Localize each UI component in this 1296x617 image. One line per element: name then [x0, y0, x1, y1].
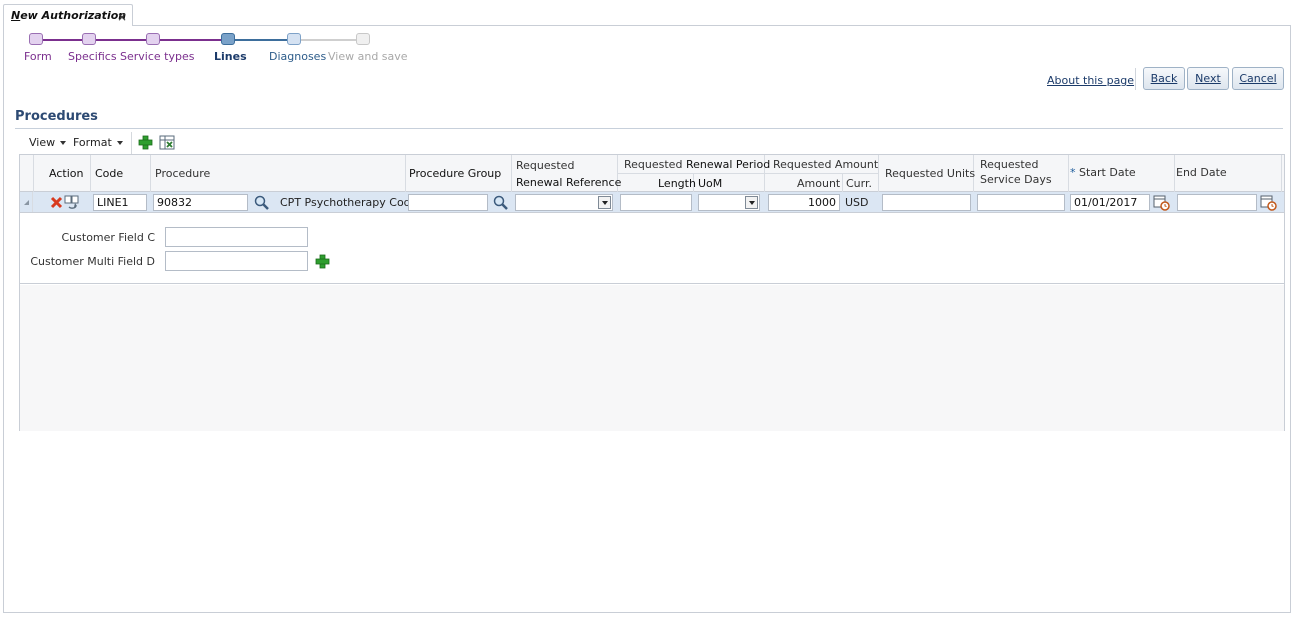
col-requested-renewal-period: Requested Renewal Period: [624, 158, 771, 171]
duplicate-icon[interactable]: [64, 195, 80, 210]
col-requested-service-days-line2: Service Days: [980, 173, 1052, 186]
train-line-next: [228, 39, 292, 41]
procedures-table: Action Code Procedure Procedure Group Re…: [19, 154, 1285, 431]
train-label-lines: Lines: [214, 50, 247, 63]
train-line-disabled: [294, 39, 362, 41]
train-stop-diagnoses[interactable]: [287, 33, 301, 45]
section-divider: [15, 128, 1283, 129]
add-icon[interactable]: [138, 135, 153, 150]
table-empty-area: [20, 285, 1284, 431]
train-stop-service-types[interactable]: [146, 33, 160, 45]
chevron-down-icon[interactable]: [745, 196, 758, 209]
procedure-group-input[interactable]: [408, 194, 488, 211]
col-requested: Requested: [516, 159, 575, 172]
table-row[interactable]: LINE1 90832 CPT Psychotherapy Code 1000 …: [20, 192, 1284, 213]
customer-field-c-label: Customer Field C: [61, 231, 156, 244]
train-label-form[interactable]: Form: [24, 50, 52, 63]
procedure-code-input[interactable]: 90832: [153, 194, 248, 211]
train-stop-lines: [221, 33, 235, 45]
page-frame: Form Specifics Service types Lines Diagn…: [3, 25, 1291, 613]
col-requested-service-days-line1: Requested: [980, 158, 1039, 171]
train-label-diagnoses[interactable]: Diagnoses: [269, 50, 326, 63]
customer-multi-field-d-label: Customer Multi Field D: [30, 255, 155, 268]
renewal-reference-select[interactable]: [515, 194, 613, 211]
chevron-down-icon[interactable]: [598, 196, 611, 209]
delete-icon[interactable]: [50, 196, 63, 209]
back-button[interactable]: Back: [1143, 67, 1185, 90]
procedure-group-search-icon[interactable]: [493, 195, 509, 211]
col-curr: Curr.: [846, 177, 872, 190]
train-label-specifics[interactable]: Specifics: [68, 50, 117, 63]
col-requested-amount: Requested Amount: [773, 158, 879, 171]
search-icon[interactable]: [254, 195, 270, 211]
next-button[interactable]: Next: [1187, 67, 1229, 90]
row-handle[interactable]: [20, 192, 33, 212]
export-excel-icon[interactable]: [159, 135, 175, 150]
col-end-date: End Date: [1176, 166, 1227, 179]
section-title-procedures: Procedures: [15, 109, 98, 124]
calendar-icon[interactable]: [1153, 194, 1170, 211]
renewal-length-input[interactable]: [620, 194, 692, 211]
header-divider: [1135, 68, 1136, 90]
amount-input[interactable]: 1000: [768, 194, 840, 211]
about-this-page-link[interactable]: About this page: [1047, 74, 1134, 87]
train-navigation: Form Specifics Service types Lines Diagn…: [4, 26, 424, 86]
requested-service-days-input[interactable]: [977, 194, 1065, 211]
start-date-input[interactable]: 01/01/2017: [1070, 194, 1150, 211]
tab-new-authorization[interactable]: New Authorization ×: [3, 4, 133, 26]
row-detail: Customer Field C Customer Multi Field D: [20, 213, 1284, 284]
col-length: Length: [658, 177, 696, 190]
view-menu[interactable]: View: [29, 136, 67, 149]
col-start-date: * Start Date: [1070, 166, 1136, 179]
train-stop-specifics[interactable]: [82, 33, 96, 45]
col-uom: UoM: [698, 177, 723, 190]
train-label-service-types[interactable]: Service types: [120, 50, 194, 63]
close-icon[interactable]: ×: [117, 10, 127, 24]
requested-units-input[interactable]: [882, 194, 971, 211]
code-input[interactable]: LINE1: [93, 194, 147, 211]
tab-title: New Authorization: [11, 9, 127, 22]
format-menu[interactable]: Format: [73, 136, 123, 149]
train-label-view-and-save: View and save: [328, 50, 408, 63]
end-date-input[interactable]: [1177, 194, 1257, 211]
col-procedure-group: Procedure Group: [409, 167, 502, 180]
toolbar-divider: [131, 132, 132, 154]
add-icon[interactable]: [315, 254, 330, 269]
col-amount: Amount: [797, 177, 841, 190]
col-renewal-reference: Renewal Reference: [516, 176, 622, 189]
train-stop-view-and-save: [356, 33, 370, 45]
col-code: Code: [95, 167, 124, 180]
customer-field-c-input[interactable]: [165, 227, 308, 247]
train-stop-form[interactable]: [29, 33, 43, 45]
customer-multi-field-d-input[interactable]: [165, 251, 308, 271]
cancel-button[interactable]: Cancel: [1232, 67, 1284, 90]
table-header: Action Code Procedure Procedure Group Re…: [20, 155, 1284, 192]
col-procedure: Procedure: [155, 167, 211, 180]
col-requested-units: Requested Units: [885, 167, 976, 180]
train-line-visited: [42, 39, 228, 41]
currency-value: USD: [845, 196, 869, 209]
renewal-uom-select[interactable]: [698, 194, 760, 211]
procedure-description: CPT Psychotherapy Code: [280, 196, 418, 209]
end-date-calendar-icon[interactable]: [1260, 194, 1277, 211]
table-toolbar: View Format: [19, 132, 1285, 154]
col-action: Action: [49, 167, 84, 180]
